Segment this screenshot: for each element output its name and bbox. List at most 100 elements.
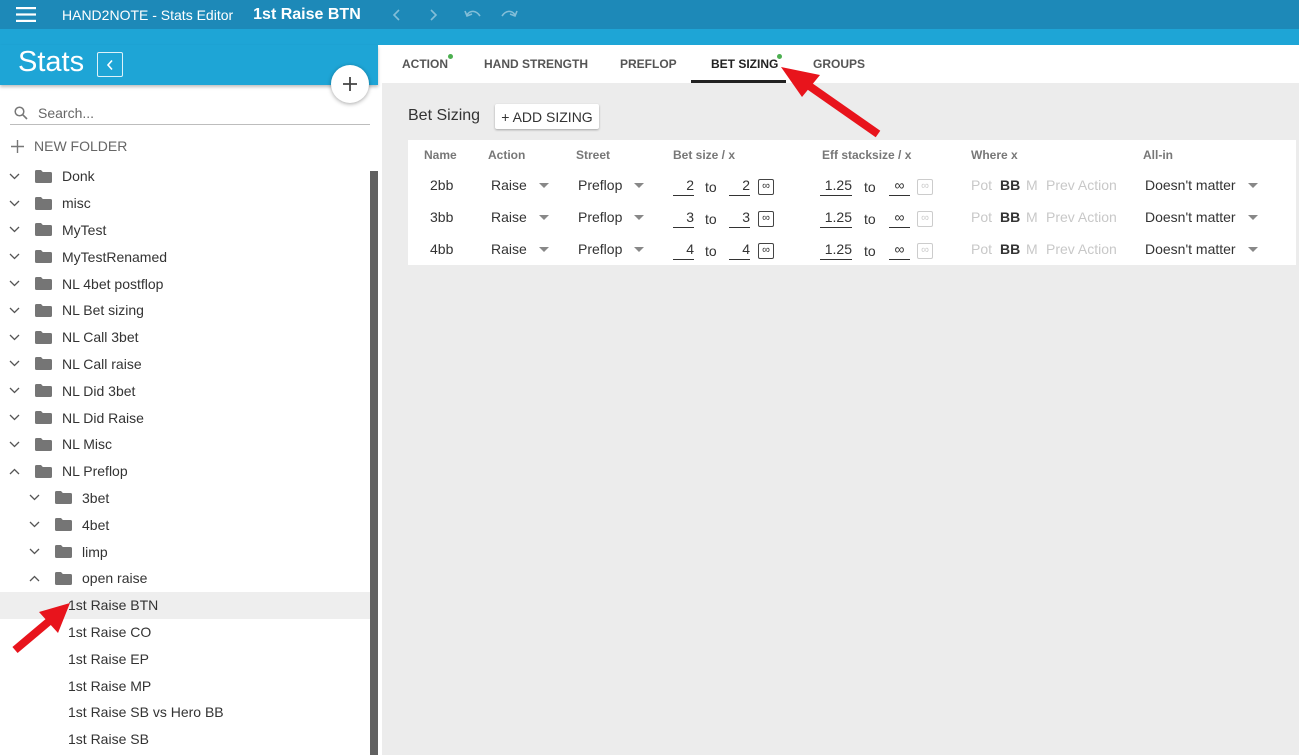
- expand-toggle[interactable]: [7, 223, 21, 237]
- where-option-m[interactable]: M: [1026, 241, 1038, 257]
- back-button[interactable]: [379, 0, 415, 29]
- expand-toggle[interactable]: [7, 250, 21, 264]
- add-stat-button[interactable]: [331, 65, 369, 103]
- redo-button[interactable]: [491, 0, 527, 29]
- allin-select[interactable]: Doesn't matter: [1145, 209, 1258, 225]
- tree-folder-nl-call-3bet[interactable]: NL Call 3bet: [0, 324, 370, 351]
- tree-folder-nl-4bet-postflop[interactable]: NL 4bet postflop: [0, 270, 370, 297]
- bet-size-to-input[interactable]: 2: [729, 177, 750, 196]
- where-option-m[interactable]: M: [1026, 209, 1038, 225]
- sizing-name[interactable]: 3bb: [430, 209, 453, 225]
- expand-toggle[interactable]: [7, 437, 21, 451]
- where-option-bb[interactable]: BB: [1000, 241, 1020, 257]
- infinity-toggle[interactable]: ∞: [917, 211, 933, 227]
- menu-button[interactable]: [0, 0, 52, 29]
- tree-folder-nl-did-raise[interactable]: NL Did Raise: [0, 404, 370, 431]
- bet-size-from-input[interactable]: 3: [673, 209, 694, 228]
- tree-stat-item[interactable]: 1st Raise CO: [0, 619, 370, 646]
- document-title: 1st Raise BTN: [253, 5, 361, 23]
- allin-select[interactable]: Doesn't matter: [1145, 241, 1258, 257]
- bet-size-to-input[interactable]: 4: [729, 241, 750, 260]
- eff-stack-to-input[interactable]: ∞: [889, 177, 910, 196]
- where-option-prev-action[interactable]: Prev Action: [1046, 241, 1117, 257]
- where-option-bb[interactable]: BB: [1000, 209, 1020, 225]
- tree-folder-misc[interactable]: misc: [0, 190, 370, 217]
- tree-folder-nl-bet-sizing[interactable]: NL Bet sizing: [0, 297, 370, 324]
- undo-button[interactable]: [455, 0, 491, 29]
- street-select[interactable]: Preflop: [578, 209, 645, 225]
- eff-stack-from-input[interactable]: 1.25: [820, 177, 852, 196]
- where-option-prev-action[interactable]: Prev Action: [1046, 177, 1117, 193]
- tree-folder-open-raise[interactable]: open raise: [0, 565, 370, 592]
- collapse-sidebar-button[interactable]: [97, 52, 123, 77]
- where-option-pot[interactable]: Pot: [971, 241, 992, 257]
- expand-toggle[interactable]: [7, 169, 21, 183]
- expand-toggle[interactable]: [27, 518, 41, 532]
- forward-button[interactable]: [415, 0, 451, 29]
- infinity-toggle[interactable]: ∞: [758, 243, 774, 259]
- action-select[interactable]: Raise: [491, 209, 549, 225]
- tab-groups[interactable]: GROUPS: [813, 45, 865, 83]
- tree-folder-donk[interactable]: Donk: [0, 163, 370, 190]
- where-option-pot[interactable]: Pot: [971, 209, 992, 225]
- where-option-pot[interactable]: Pot: [971, 177, 992, 193]
- tree-stat-item[interactable]: 1st Raise SB: [0, 726, 370, 753]
- expand-toggle[interactable]: [7, 357, 21, 371]
- expand-toggle[interactable]: [27, 571, 41, 585]
- where-option-m[interactable]: M: [1026, 177, 1038, 193]
- bet-size-from-input[interactable]: 2: [673, 177, 694, 196]
- redo-icon: [501, 10, 518, 17]
- sizing-row: 3bb Raise Preflop 3 to 3 ∞ 1.25 to ∞ ∞ Pot BB M Prev A…: [408, 202, 1296, 234]
- tab-hand-strength[interactable]: HAND STRENGTH: [484, 45, 588, 83]
- eff-stack-to-input[interactable]: ∞: [889, 241, 910, 260]
- where-option-bb[interactable]: BB: [1000, 177, 1020, 193]
- tab-action[interactable]: ACTION: [402, 45, 453, 83]
- eff-stack-from-input[interactable]: 1.25: [820, 241, 852, 260]
- tree-stat-item[interactable]: 1st Raise MP: [0, 672, 370, 699]
- eff-stack-to-input[interactable]: ∞: [889, 209, 910, 228]
- expand-toggle[interactable]: [7, 330, 21, 344]
- tree-stat-item[interactable]: 1st Raise EP: [0, 645, 370, 672]
- expand-toggle[interactable]: [7, 411, 21, 425]
- bet-size-from-input[interactable]: 4: [673, 241, 694, 260]
- tree-folder-nl-call-raise[interactable]: NL Call raise: [0, 351, 370, 378]
- expand-toggle[interactable]: [7, 384, 21, 398]
- infinity-toggle[interactable]: ∞: [758, 179, 774, 195]
- allin-select[interactable]: Doesn't matter: [1145, 177, 1258, 193]
- street-select[interactable]: Preflop: [578, 241, 645, 257]
- new-folder-button[interactable]: NEW FOLDER: [10, 136, 127, 156]
- tree-folder-mytest[interactable]: MyTest: [0, 217, 370, 244]
- add-sizing-button[interactable]: + ADD SIZING: [495, 104, 599, 129]
- eff-stack-from-input[interactable]: 1.25: [820, 209, 852, 228]
- sizing-name[interactable]: 2bb: [430, 177, 453, 193]
- tree-folder-nl-did-3bet[interactable]: NL Did 3bet: [0, 377, 370, 404]
- search-input[interactable]: [38, 104, 338, 121]
- tree-stat-item[interactable]: 1st Raise SB vs Hero BB: [0, 699, 370, 726]
- sizing-name[interactable]: 4bb: [430, 241, 453, 257]
- action-select[interactable]: Raise: [491, 177, 549, 193]
- expand-toggle[interactable]: [27, 491, 41, 505]
- street-select[interactable]: Preflop: [578, 177, 645, 193]
- tree-folder-nl-misc[interactable]: NL Misc: [0, 431, 370, 458]
- sidebar-scrollbar[interactable]: [370, 171, 378, 755]
- tree-stat-item[interactable]: 1st Raise BTN: [0, 591, 370, 619]
- expand-toggle[interactable]: [27, 545, 41, 559]
- tab-bet-sizing[interactable]: BET SIZING: [711, 45, 782, 83]
- stat-label: 1st Raise MP: [68, 677, 152, 694]
- tree-folder-limp[interactable]: limp: [0, 538, 370, 565]
- infinity-toggle[interactable]: ∞: [917, 243, 933, 259]
- expand-toggle[interactable]: [7, 277, 21, 291]
- tree-folder-mytestrenamed[interactable]: MyTestRenamed: [0, 243, 370, 270]
- tree-folder-4bet[interactable]: 4bet: [0, 511, 370, 538]
- infinity-toggle[interactable]: ∞: [917, 179, 933, 195]
- expand-toggle[interactable]: [7, 196, 21, 210]
- tab-preflop[interactable]: PREFLOP: [620, 45, 677, 83]
- bet-size-to-input[interactable]: 3: [729, 209, 750, 228]
- infinity-toggle[interactable]: ∞: [758, 211, 774, 227]
- action-select[interactable]: Raise: [491, 241, 549, 257]
- where-option-prev-action[interactable]: Prev Action: [1046, 209, 1117, 225]
- tree-folder-3bet[interactable]: 3bet: [0, 485, 370, 512]
- tree-folder-nl-preflop[interactable]: NL Preflop: [0, 458, 370, 485]
- expand-toggle[interactable]: [7, 303, 21, 317]
- expand-toggle[interactable]: [7, 464, 21, 478]
